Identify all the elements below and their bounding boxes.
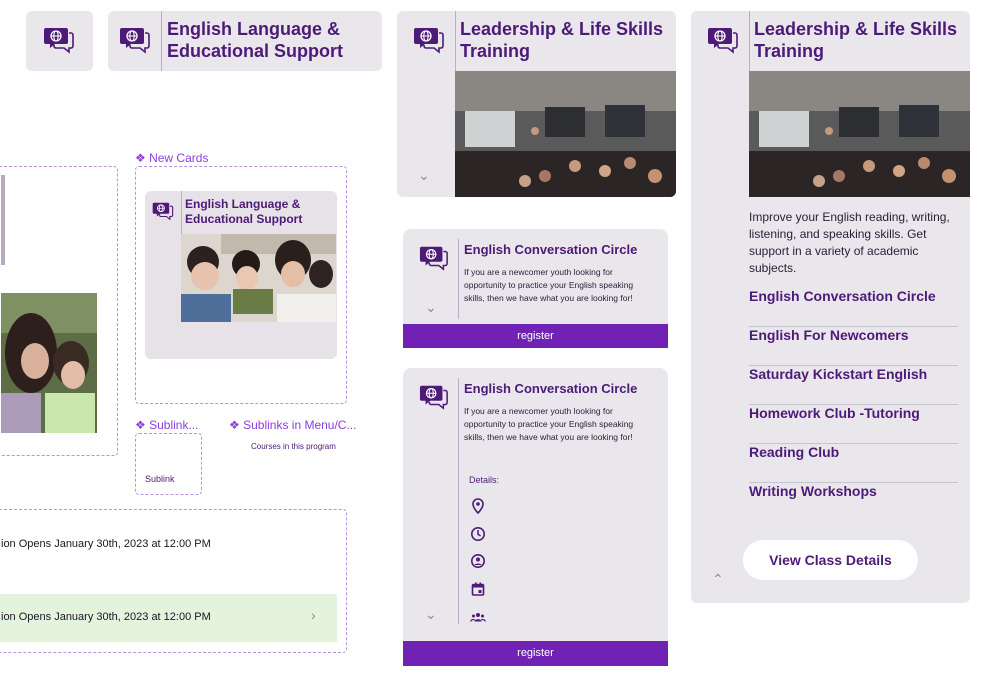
chat-globe-icon (706, 24, 740, 56)
group-icon (470, 613, 486, 622)
chevron-down-icon[interactable]: ⌄ (425, 299, 437, 316)
sublink-item[interactable]: English Conversation Circle (749, 288, 958, 327)
view-class-details-button[interactable]: View Class Details (743, 540, 918, 580)
new-cards-frame: English Language & Educational Support (135, 166, 347, 404)
registration-row: ion Opens January 30th, 2023 at 12:00 PM (1, 538, 211, 550)
card-title-line2: Educational Support (167, 41, 344, 61)
calendar-icon (471, 582, 485, 596)
course-title: English Conversation Circle (464, 381, 638, 396)
courses-caption: Courses in this program (251, 442, 336, 451)
english-program-header-card[interactable]: English Language & Educational Support (108, 11, 382, 71)
sublinks-label: ❖ Sublink... (135, 418, 199, 432)
course-title: English Conversation Circle (464, 242, 638, 257)
course-card[interactable]: English Conversation Circle If you are a… (403, 229, 668, 325)
course-description: If you are a newcomer youth looking for … (464, 267, 634, 303)
chevron-up-icon[interactable]: ⌃ (712, 571, 724, 588)
classroom-photo (455, 71, 676, 197)
mother-child-photo (1, 293, 97, 433)
registration-row-text: ion Opens January 30th, 2023 at 12:00 PM (1, 611, 211, 623)
register-button[interactable]: register (403, 641, 668, 666)
divider (458, 239, 459, 319)
partial-photo-top (1, 175, 5, 265)
sublinks-menu-label: ❖ Sublinks in Menu/C... (229, 418, 357, 432)
sublink-item[interactable]: Homework Club -Tutoring (749, 405, 958, 444)
component-frame-left (0, 166, 118, 456)
location-pin-icon (472, 498, 484, 514)
chevron-down-icon[interactable]: ⌄ (425, 606, 437, 623)
classroom-photo (749, 71, 970, 197)
sublink-item[interactable]: Saturday Kickstart English (749, 366, 958, 405)
clock-icon (471, 527, 485, 541)
family-reading-photo (181, 234, 336, 322)
leadership-collapsed-card[interactable]: Leadership & Life Skills Training ⌄ (397, 11, 676, 197)
chat-globe-icon (118, 24, 152, 56)
card-title-line1: Leadership & Life Skills (754, 19, 958, 39)
sublink-item[interactable]: English For Newcomers (749, 327, 958, 366)
new-cards-label: ❖ New Cards (135, 151, 209, 165)
card-title-line1: Leadership & Life Skills (460, 19, 664, 39)
details-label: Details: (469, 475, 500, 485)
card-title-line1: English Language & (167, 19, 341, 39)
card-title-line2: Training (460, 41, 531, 61)
mini-card-title-line1: English Language & (185, 197, 301, 211)
person-icon (471, 554, 485, 568)
register-button[interactable]: register (403, 324, 668, 348)
sublink-frame: Sublink (135, 433, 202, 495)
program-description: Improve your English reading, writing, l… (749, 210, 950, 275)
sublink-item[interactable]: Writing Workshops (749, 483, 958, 522)
sublink-text[interactable]: Sublink (145, 474, 175, 484)
course-card-expanded[interactable]: English Conversation Circle If you are a… (403, 368, 668, 642)
divider (458, 378, 459, 624)
icon-only-card[interactable] (26, 11, 93, 71)
chat-globe-icon (412, 24, 446, 56)
registration-row-highlighted[interactable]: ion Opens January 30th, 2023 at 12:00 PM… (0, 594, 337, 642)
registration-frame: ion Opens January 30th, 2023 at 12:00 PM… (0, 509, 347, 653)
mini-program-card[interactable]: English Language & Educational Support (145, 191, 337, 359)
mini-card-title-line2: Educational Support (185, 212, 303, 226)
chevron-right-icon: › (311, 607, 316, 623)
chat-globe-icon (418, 382, 450, 412)
chat-globe-icon (151, 200, 175, 222)
chevron-down-icon[interactable]: ⌄ (418, 167, 430, 184)
card-title-line2: Training (754, 41, 825, 61)
chat-globe-icon (42, 24, 76, 56)
sublink-item[interactable]: Reading Club (749, 444, 958, 483)
chat-globe-icon (418, 243, 450, 273)
divider (161, 11, 162, 71)
course-description: If you are a newcomer youth looking for … (464, 406, 634, 442)
